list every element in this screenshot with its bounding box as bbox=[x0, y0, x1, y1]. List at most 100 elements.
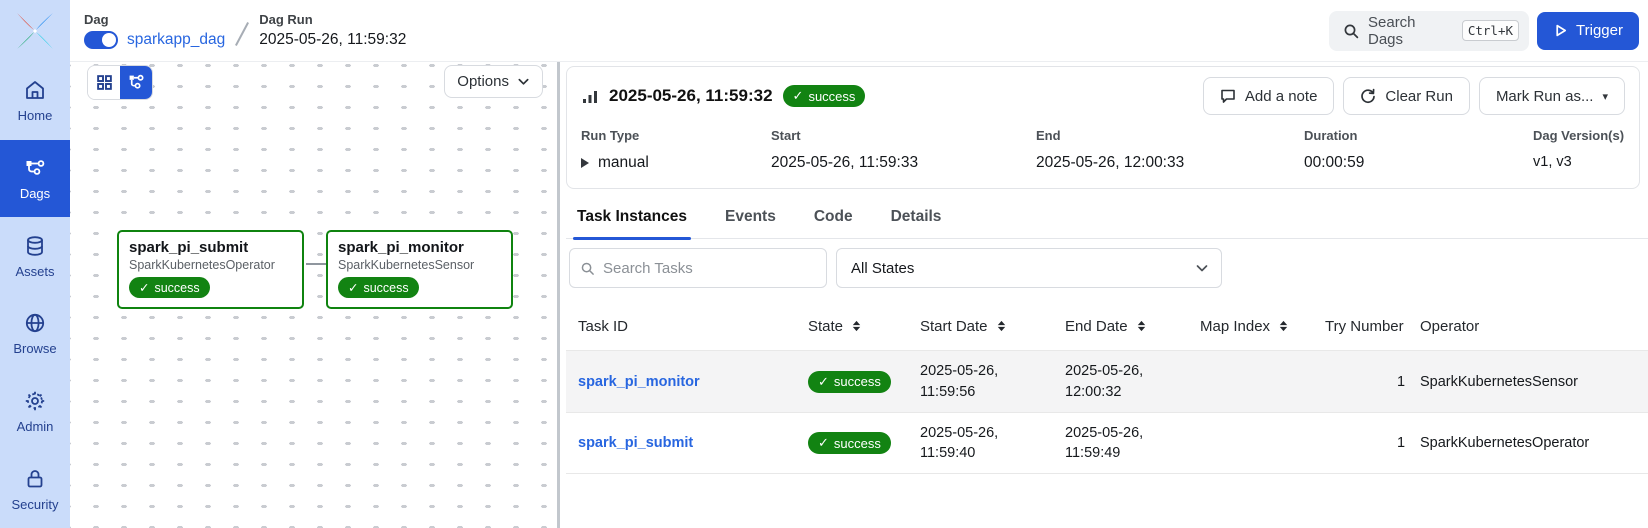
start-date-cell: 2025-05-26, 11:59:40 bbox=[920, 423, 1065, 464]
state-filter-select[interactable]: All States bbox=[836, 248, 1222, 288]
task-instances-table: Task ID State Start Date End Date Map In… bbox=[566, 302, 1648, 474]
breadcrumb: Dag sparkapp_dag Dag Run 2025-05-26, 11:… bbox=[84, 12, 406, 49]
tab-details[interactable]: Details bbox=[889, 198, 944, 238]
security-icon bbox=[23, 467, 47, 491]
start-date-cell: 2025-05-26, 11:59:56 bbox=[920, 361, 1065, 402]
check-icon: ✓ bbox=[818, 435, 829, 451]
sort-icon bbox=[995, 319, 1008, 333]
run-summary-card: 2025-05-26, 11:59:32 ✓success Add a note bbox=[566, 66, 1640, 189]
task-id-link[interactable]: spark_pi_submit bbox=[578, 435, 693, 451]
sort-icon bbox=[850, 319, 863, 333]
caret-down-icon: ▾ bbox=[1602, 90, 1608, 103]
col-map-index[interactable]: Map Index bbox=[1200, 318, 1325, 335]
check-icon: ✓ bbox=[793, 88, 804, 104]
sidebar-item-home[interactable]: Home bbox=[0, 62, 70, 140]
dag-name-link[interactable]: sparkapp_dag bbox=[127, 31, 225, 49]
node-title: spark_pi_submit bbox=[129, 239, 292, 256]
play-icon bbox=[1553, 23, 1568, 38]
breadcrumb-dag: Dag sparkapp_dag bbox=[84, 12, 225, 49]
status-badge: ✓success bbox=[338, 277, 419, 298]
table-header-row: Task ID State Start Date End Date Map In… bbox=[566, 302, 1648, 350]
state-filter-value: All States bbox=[851, 260, 914, 277]
run-details-panel: 2025-05-26, 11:59:32 ✓success Add a note bbox=[560, 62, 1648, 528]
refresh-icon bbox=[1360, 88, 1376, 104]
col-end-date[interactable]: End Date bbox=[1065, 318, 1200, 335]
node-operator: SparkKubernetesSensor bbox=[338, 258, 501, 272]
try-number-cell: 1 bbox=[1325, 435, 1420, 451]
col-start-date[interactable]: Start Date bbox=[920, 318, 1065, 335]
assets-icon bbox=[23, 234, 47, 258]
dag-graph-panel: Options spark_pi_submit SparkKubernetesO… bbox=[70, 62, 557, 528]
end-date-cell: 2025-05-26, 11:59:49 bbox=[1065, 423, 1200, 464]
sidebar-item-assets[interactable]: Assets bbox=[0, 217, 70, 295]
airflow-logo[interactable] bbox=[0, 0, 70, 62]
sidebar-item-dags[interactable]: Dags bbox=[0, 140, 70, 218]
sidebar-item-browse[interactable]: Browse bbox=[0, 295, 70, 373]
col-state[interactable]: State bbox=[808, 318, 920, 335]
run-title: 2025-05-26, 11:59:32 bbox=[609, 86, 773, 106]
graph-edge bbox=[306, 263, 326, 265]
run-info-grid: Run Type manual Start2025-05-26, 11:59:3… bbox=[581, 127, 1625, 172]
sidebar-item-security[interactable]: Security bbox=[0, 450, 70, 528]
dags-icon bbox=[23, 156, 47, 180]
sort-icon bbox=[1277, 319, 1290, 333]
trigger-button[interactable]: Trigger bbox=[1537, 12, 1639, 50]
run-type-field: Run Type manual bbox=[581, 127, 771, 172]
grid-view-button[interactable] bbox=[88, 66, 120, 99]
check-icon: ✓ bbox=[818, 374, 829, 390]
task-node-spark-pi-monitor[interactable]: spark_pi_monitor SparkKubernetesSensor ✓… bbox=[326, 230, 513, 309]
task-id-link[interactable]: spark_pi_monitor bbox=[578, 374, 700, 390]
operator-cell: SparkKubernetesOperator bbox=[1420, 435, 1648, 451]
dag-versions-field: Dag Version(s)v1, v3 bbox=[1533, 127, 1625, 172]
breadcrumb-dag-run: Dag Run 2025-05-26, 11:59:32 bbox=[259, 12, 406, 49]
check-icon: ✓ bbox=[348, 280, 358, 295]
mark-run-as-button[interactable]: Mark Run as... ▾ bbox=[1479, 77, 1625, 115]
airflow-pinwheel-icon bbox=[14, 10, 56, 52]
admin-icon bbox=[23, 389, 47, 413]
tab-events[interactable]: Events bbox=[723, 198, 778, 238]
dag-run-label: Dag Run bbox=[259, 12, 406, 27]
options-button[interactable]: Options bbox=[444, 65, 543, 98]
add-note-button[interactable]: Add a note bbox=[1203, 77, 1335, 115]
view-toggle-group bbox=[87, 65, 153, 100]
col-operator: Operator bbox=[1420, 318, 1648, 335]
check-icon: ✓ bbox=[139, 280, 149, 295]
clear-run-button[interactable]: Clear Run bbox=[1343, 77, 1470, 115]
node-title: spark_pi_monitor bbox=[338, 239, 501, 256]
search-icon bbox=[580, 261, 595, 276]
col-task-id: Task ID bbox=[578, 318, 808, 335]
expand-arrow-icon[interactable] bbox=[581, 158, 589, 168]
start-field: Start2025-05-26, 11:59:33 bbox=[771, 127, 1036, 172]
status-badge: ✓success bbox=[808, 432, 891, 454]
sidebar-nav: Home Dags Assets bbox=[0, 62, 70, 528]
browse-icon bbox=[23, 311, 47, 335]
task-node-spark-pi-submit[interactable]: spark_pi_submit SparkKubernetesOperator … bbox=[117, 230, 304, 309]
detail-tabs: Task Instances Events Code Details bbox=[566, 198, 1648, 239]
tab-task-instances[interactable]: Task Instances bbox=[575, 198, 689, 238]
table-row[interactable]: spark_pi_monitor ✓success 2025-05-26, 11… bbox=[566, 350, 1648, 412]
tab-code[interactable]: Code bbox=[812, 198, 855, 238]
node-operator: SparkKubernetesOperator bbox=[129, 258, 292, 272]
search-tasks-input[interactable] bbox=[603, 260, 816, 277]
search-icon bbox=[1343, 23, 1359, 39]
chevron-down-icon bbox=[517, 75, 530, 88]
run-status-badge: ✓success bbox=[783, 85, 866, 107]
search-tasks-box bbox=[569, 248, 827, 288]
graph-view-button[interactable] bbox=[120, 66, 152, 99]
duration-field: Duration00:00:59 bbox=[1304, 127, 1466, 172]
table-row[interactable]: spark_pi_submit ✓success 2025-05-26, 11:… bbox=[566, 412, 1648, 474]
breadcrumb-separator bbox=[235, 22, 249, 46]
home-icon bbox=[23, 78, 47, 102]
search-shortcut-kbd: Ctrl+K bbox=[1462, 20, 1519, 41]
dag-pause-toggle[interactable] bbox=[84, 31, 118, 49]
operator-cell: SparkKubernetesSensor bbox=[1420, 374, 1648, 390]
search-dags-box[interactable]: Search Dags Ctrl+K bbox=[1329, 11, 1529, 51]
sidebar-item-admin[interactable]: Admin bbox=[0, 373, 70, 451]
try-number-cell: 1 bbox=[1325, 374, 1420, 390]
graph-view-icon bbox=[128, 74, 145, 91]
end-field: End2025-05-26, 12:00:33 bbox=[1036, 127, 1304, 172]
grid-view-icon bbox=[96, 74, 113, 91]
bar-chart-icon bbox=[581, 87, 599, 105]
dag-run-value: 2025-05-26, 11:59:32 bbox=[259, 31, 406, 49]
status-badge: ✓success bbox=[808, 371, 891, 393]
